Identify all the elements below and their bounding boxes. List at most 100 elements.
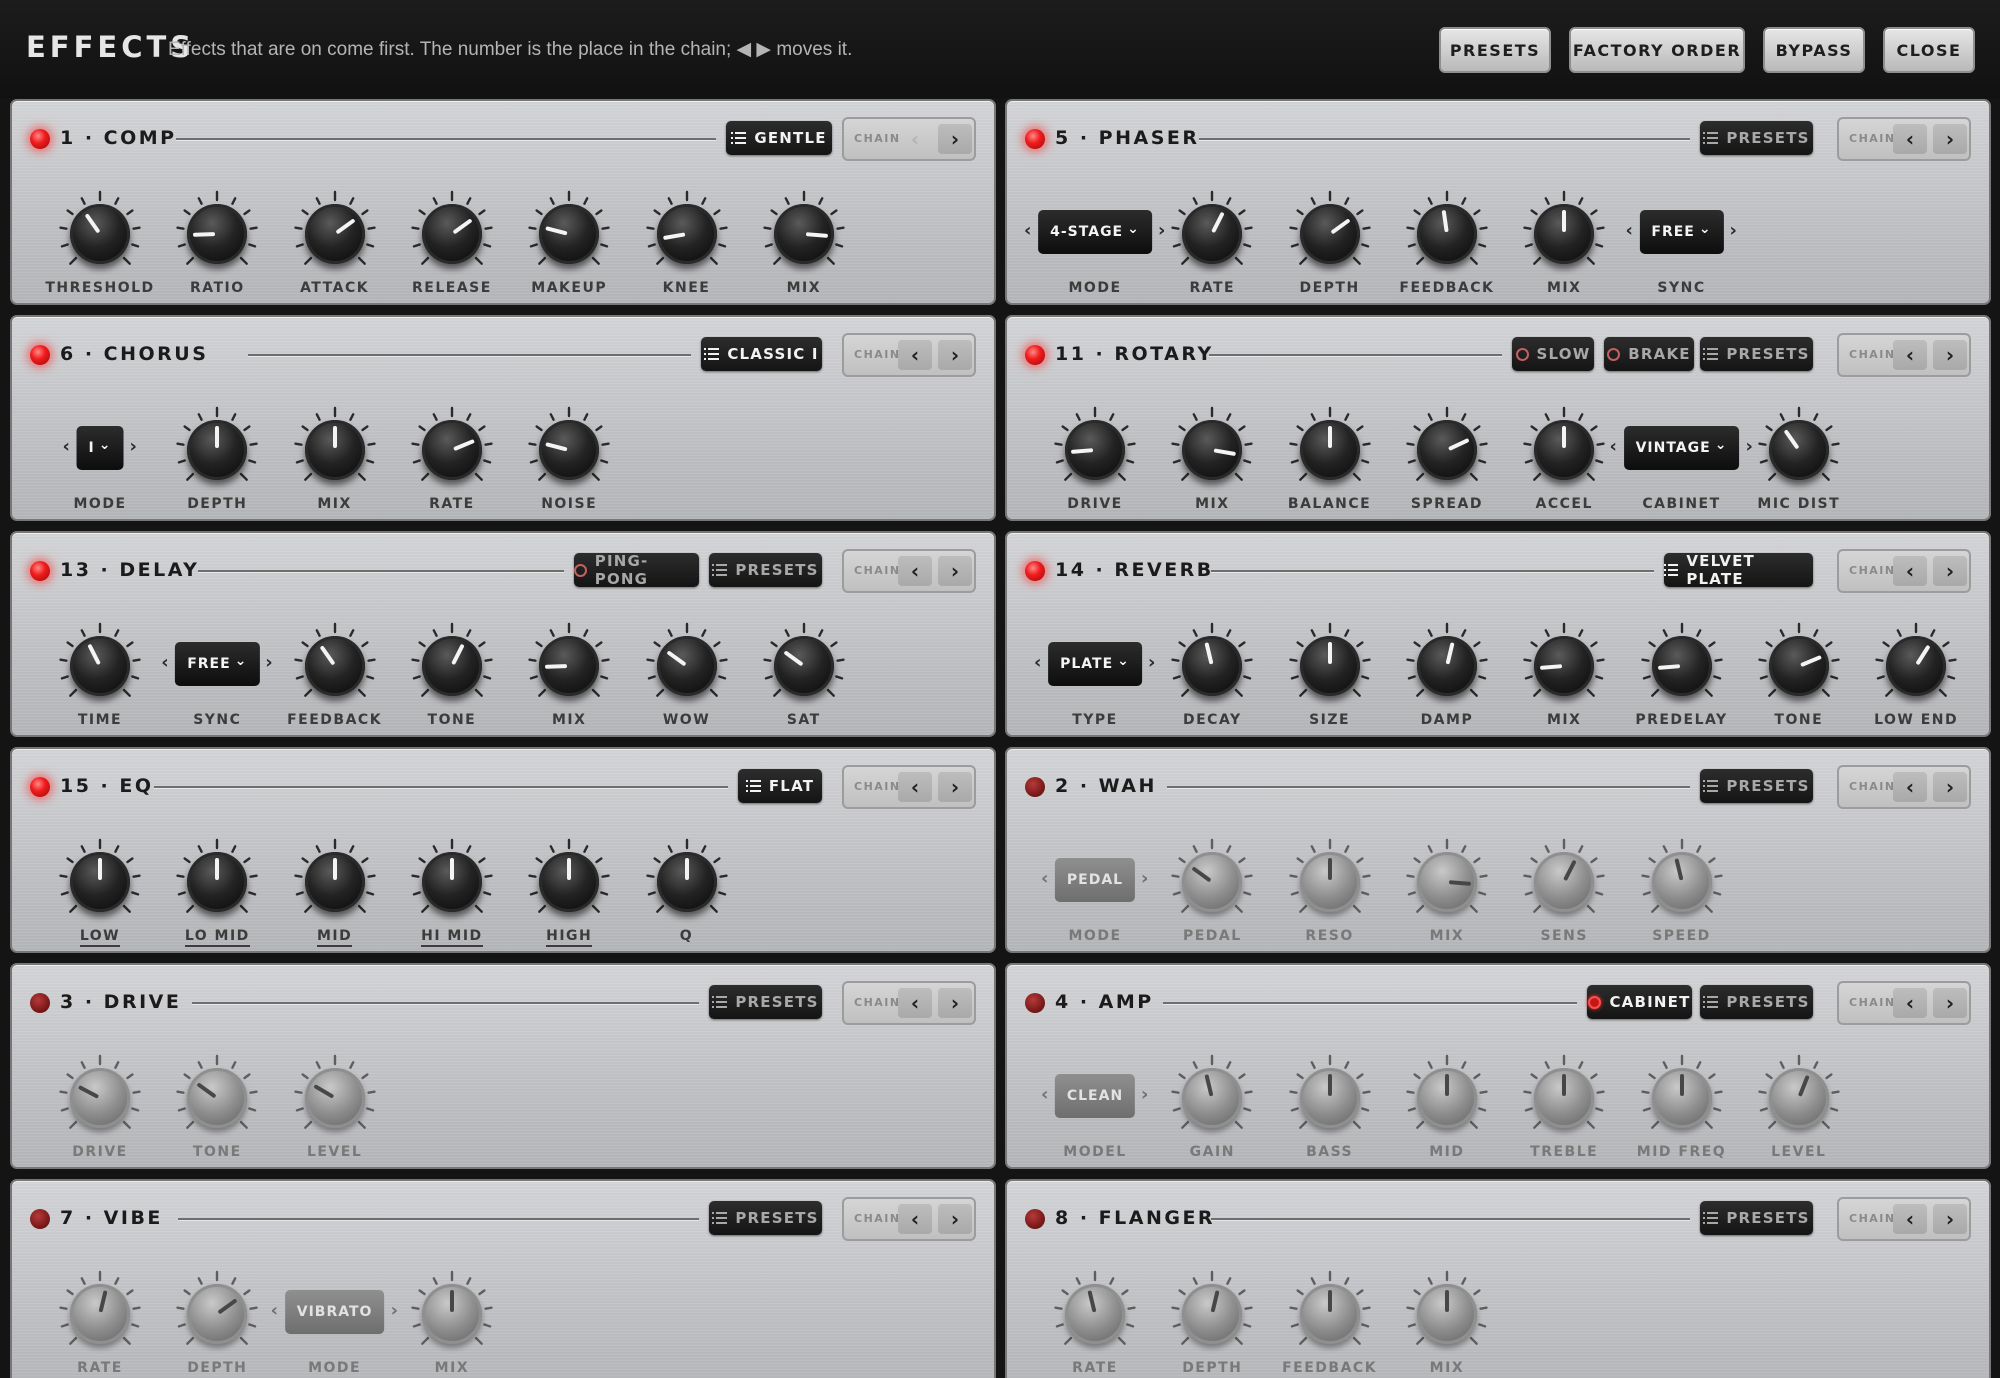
knob-dial[interactable] — [421, 636, 482, 696]
chevron-left-icon[interactable]: ‹ — [898, 340, 932, 370]
knob-dial[interactable] — [304, 1068, 365, 1128]
chevron-right-icon[interactable]: › — [265, 652, 272, 673]
selector-value[interactable]: I ⌄ — [76, 426, 124, 470]
toggle-button-slow[interactable]: SLOW — [1512, 337, 1594, 371]
knob-dial[interactable] — [70, 1068, 130, 1128]
chevron-right-icon[interactable]: › — [391, 1300, 398, 1321]
preset-button-presets[interactable]: PRESETS — [1700, 337, 1813, 371]
knob-dial[interactable] — [1416, 420, 1477, 480]
knob-dial[interactable] — [1416, 636, 1477, 696]
chevron-left-icon[interactable]: ‹ — [898, 1204, 932, 1234]
chevron-left-icon[interactable]: ‹ — [161, 652, 168, 673]
preset-button-flat[interactable]: FLAT — [738, 769, 822, 803]
chevron-right-icon[interactable]: › — [1141, 868, 1148, 889]
knob-dial[interactable] — [421, 1284, 482, 1344]
power-led-icon[interactable] — [30, 561, 50, 581]
preset-button-presets[interactable]: PRESETS — [1700, 769, 1813, 803]
knob-dial[interactable] — [1416, 204, 1477, 264]
power-led-icon[interactable] — [1025, 345, 1045, 365]
knob-dial[interactable] — [539, 852, 600, 912]
close-button[interactable]: CLOSE — [1883, 27, 1975, 73]
preset-button-presets[interactable]: PRESETS — [1700, 985, 1813, 1019]
chevron-left-icon[interactable]: ‹ — [63, 436, 70, 457]
toggle-button-ping-pong[interactable]: PING-PONG — [574, 552, 699, 588]
knob-dial[interactable] — [539, 420, 600, 480]
chevron-right-icon[interactable]: › — [938, 556, 972, 586]
knob-dial[interactable] — [1534, 204, 1595, 264]
chevron-left-icon[interactable]: ‹ — [1893, 124, 1927, 154]
power-led-icon[interactable] — [1025, 1209, 1045, 1229]
chevron-right-icon[interactable]: › — [938, 124, 972, 154]
knob-dial[interactable] — [1299, 420, 1360, 480]
chevron-right-icon[interactable]: › — [1933, 340, 1967, 370]
knob-dial[interactable] — [1651, 1068, 1712, 1128]
knob-dial[interactable] — [187, 204, 248, 264]
preset-button-presets[interactable]: PRESETS — [1700, 121, 1813, 155]
selector-value[interactable]: 4-STAGE ⌄ — [1038, 210, 1152, 254]
power-led-icon[interactable] — [1025, 561, 1045, 581]
chevron-right-icon[interactable]: › — [938, 1204, 972, 1234]
chevron-right-icon[interactable]: › — [1933, 556, 1967, 586]
chevron-right-icon[interactable]: › — [1933, 772, 1967, 802]
knob-dial[interactable] — [1182, 852, 1243, 912]
preset-button-classic-i[interactable]: CLASSIC I — [701, 337, 822, 371]
knob-dial[interactable] — [656, 852, 717, 912]
knob-dial[interactable] — [421, 852, 482, 912]
power-led-icon[interactable] — [1025, 129, 1045, 149]
chevron-left-icon[interactable]: ‹ — [1893, 1204, 1927, 1234]
knob-dial[interactable] — [1182, 636, 1243, 696]
chevron-right-icon[interactable]: › — [1141, 1084, 1148, 1105]
chevron-left-icon[interactable]: ‹ — [1626, 220, 1633, 241]
knob-dial[interactable] — [304, 204, 365, 264]
knob-dial[interactable] — [187, 1068, 248, 1128]
chevron-left-icon[interactable]: ‹ — [898, 988, 932, 1018]
knob-dial[interactable] — [1065, 420, 1125, 480]
knob-dial[interactable] — [1534, 420, 1595, 480]
knob-dial[interactable] — [1768, 420, 1829, 480]
chevron-right-icon[interactable]: › — [938, 772, 972, 802]
bypass-button[interactable]: BYPASS — [1763, 27, 1865, 73]
knob-dial[interactable] — [1768, 1068, 1829, 1128]
chevron-left-icon[interactable]: ‹ — [1893, 556, 1927, 586]
chevron-left-icon[interactable]: ‹ — [1024, 220, 1031, 241]
chevron-left-icon[interactable]: ‹ — [271, 1300, 278, 1321]
chevron-left-icon[interactable]: ‹ — [1041, 1084, 1048, 1105]
knob-dial[interactable] — [1534, 852, 1595, 912]
factory-order-button[interactable]: FACTORY ORDER — [1569, 27, 1745, 73]
toggle-button-brake[interactable]: BRAKE — [1604, 337, 1694, 371]
chevron-left-icon[interactable]: ‹ — [1610, 436, 1617, 457]
knob-dial[interactable] — [1299, 204, 1360, 264]
knob-dial[interactable] — [187, 420, 248, 480]
selector-value[interactable]: VINTAGE ⌄ — [1623, 426, 1740, 470]
knob-dial[interactable] — [1886, 636, 1947, 696]
chevron-right-icon[interactable]: › — [130, 436, 137, 457]
knob-dial[interactable] — [70, 1284, 130, 1344]
power-led-icon[interactable] — [1025, 777, 1045, 797]
preset-button-gentle[interactable]: GENTLE — [726, 121, 832, 155]
knob-dial[interactable] — [1182, 1068, 1243, 1128]
knob-dial[interactable] — [656, 204, 717, 264]
knob-dial[interactable] — [421, 204, 482, 264]
chevron-right-icon[interactable]: › — [1933, 988, 1967, 1018]
selector-value[interactable]: PLATE ⌄ — [1048, 642, 1142, 686]
knob-dial[interactable] — [1651, 852, 1712, 912]
selector-value[interactable]: FREE ⌄ — [175, 642, 260, 686]
knob-dial[interactable] — [539, 636, 600, 696]
chevron-right-icon[interactable]: › — [1730, 220, 1737, 241]
power-led-icon[interactable] — [30, 1209, 50, 1229]
power-led-icon[interactable] — [30, 345, 50, 365]
knob-dial[interactable] — [1416, 1284, 1477, 1344]
knob-dial[interactable] — [1299, 636, 1360, 696]
power-led-icon[interactable] — [30, 777, 50, 797]
chevron-left-icon[interactable]: ‹ — [898, 772, 932, 802]
preset-button-presets[interactable]: PRESETS — [1700, 1201, 1813, 1235]
knob-dial[interactable] — [1182, 204, 1243, 264]
preset-button-presets[interactable]: PRESETS — [709, 553, 822, 587]
knob-dial[interactable] — [1299, 852, 1360, 912]
preset-button-presets[interactable]: PRESETS — [709, 1201, 822, 1235]
power-led-icon[interactable] — [30, 993, 50, 1013]
knob-dial[interactable] — [1182, 420, 1243, 480]
chevron-left-icon[interactable]: ‹ — [898, 556, 932, 586]
selector-value[interactable]: FREE ⌄ — [1639, 210, 1724, 254]
power-led-icon[interactable] — [30, 129, 50, 149]
